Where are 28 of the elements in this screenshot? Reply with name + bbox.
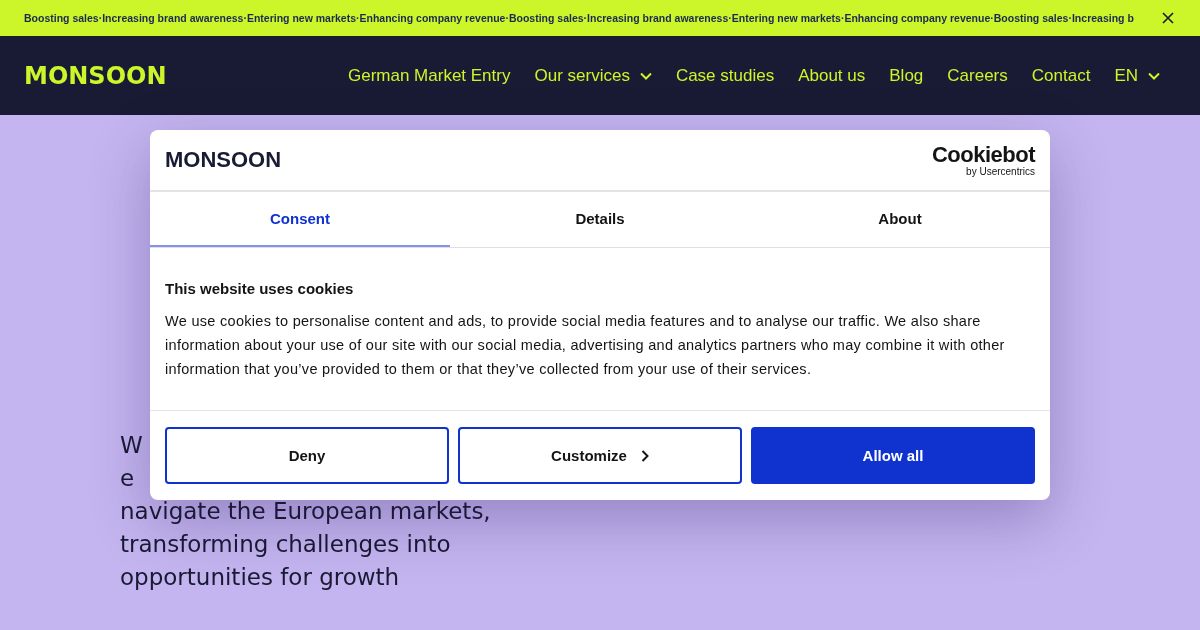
dialog-text: We use cookies to personalise content and ads, to provide social media features and to analyse our traffic. We also share information about your use of our site with our social media, advertising and analytics partners who may combine it with other information that you’ve provided to them or that they’ve collected from your use of their services.: [165, 312, 1006, 379]
hero-text-line: e: [120, 464, 135, 493]
customize-button[interactable]: Customize: [458, 427, 742, 484]
nav-link[interactable]: EN: [1114, 65, 1160, 86]
nav-link[interactable]: Blog: [889, 65, 924, 86]
logo: MONSOON: [165, 147, 282, 173]
nav-link[interactable]: About us: [798, 65, 866, 86]
chevron-down-icon[interactable]: [639, 71, 652, 80]
deny-button[interactable]: Deny: [165, 427, 449, 484]
brand-logo: Cookiebot: [931, 143, 1035, 166]
nav-link[interactable]: Contact: [1031, 65, 1091, 86]
hero-text-line: W: [120, 431, 143, 460]
allow-all-button[interactable]: Allow all: [751, 427, 1035, 484]
nav-link[interactable]: Case studies: [675, 65, 775, 86]
close-icon[interactable]: [1162, 12, 1174, 24]
ticker-text: Boosting sales·Increasing brand awareness·Entering new markets·Enhancing company revenue·Boosting sales·Increasing brand awareness·Entering new markets·Enhancing company revenue·Boosting sales·Increasing b: [24, 12, 1135, 24]
dialog-tab[interactable]: Consent: [150, 192, 450, 247]
nav-link[interactable]: Our services: [534, 65, 652, 86]
nav-link[interactable]: German Market Entry: [347, 65, 511, 86]
chevron-down-icon[interactable]: [1148, 71, 1160, 80]
chevron-right-icon: [640, 449, 649, 462]
hero-text-line: transforming challenges into: [120, 530, 451, 559]
dialog-title: This website uses cookies: [165, 280, 355, 297]
hero-text-line: opportunities for growth: [120, 563, 400, 592]
nav-link[interactable]: Careers: [947, 65, 1008, 86]
brand-subtitle: by Usercentrics: [966, 165, 1035, 177]
hero-text-line: navigate the European markets,: [120, 497, 491, 526]
logo[interactable]: MONSOON: [24, 61, 167, 90]
